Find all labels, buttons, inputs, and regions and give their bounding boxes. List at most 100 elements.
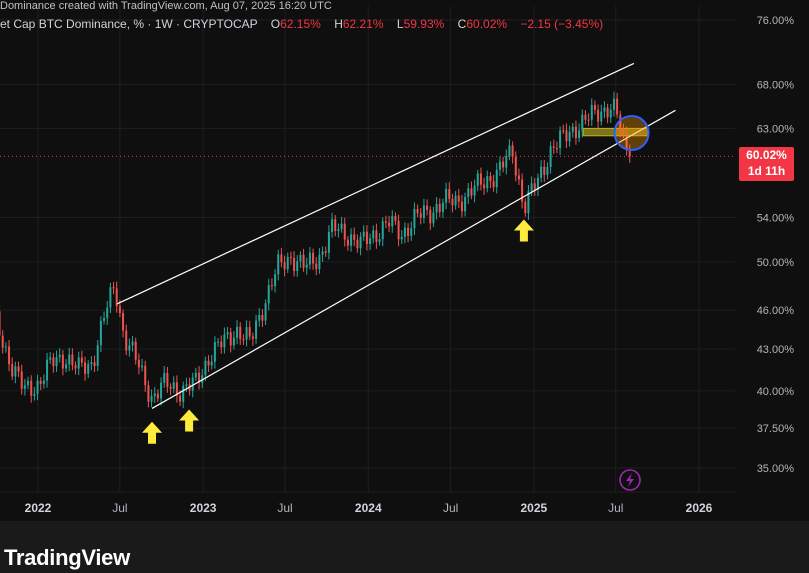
candle-body [403, 227, 406, 237]
candle-body [74, 365, 77, 369]
candle-body [80, 357, 83, 363]
candle-body [106, 307, 109, 319]
lightning-icon[interactable] [619, 469, 641, 491]
candle-body [217, 341, 220, 343]
channel-line-lower[interactable] [151, 109, 676, 409]
candle-body [213, 342, 216, 362]
candle-body [574, 126, 577, 139]
candle-body [397, 220, 400, 240]
candle-body [578, 130, 581, 139]
candle-body [359, 236, 362, 249]
candle-body [321, 251, 324, 255]
candle-body [552, 146, 555, 148]
high-label: H [334, 17, 343, 31]
candle-body [207, 360, 210, 366]
candle-body [118, 306, 121, 314]
x-tick-label: Jul [608, 501, 623, 515]
candle-body [350, 234, 353, 246]
candle-body [11, 364, 14, 377]
candle-body [318, 254, 321, 269]
candle-body [555, 147, 558, 149]
candle-body [277, 254, 280, 275]
candle-body [498, 161, 501, 170]
chart-canvas[interactable]: 76.00% 68.00% 63.00% 54.00% 50.00% 46.00% 43.0… [0, 0, 809, 573]
cropped-caption: Dominance created with TradingView.com, … [0, 0, 332, 12]
candle-body [258, 314, 261, 321]
arrow-up-icon[interactable] [513, 219, 534, 242]
candle-body [283, 262, 286, 270]
candle-body [505, 156, 508, 168]
candle-body [131, 341, 134, 346]
candle-body [245, 327, 248, 340]
candle-body [457, 195, 460, 202]
candle-body [14, 366, 17, 377]
y-tick-label: 37.50% [757, 423, 795, 435]
last-price-badge: 60.02% 1d 11h [739, 147, 794, 181]
channel-line-upper[interactable] [116, 62, 635, 305]
candle-body [46, 359, 49, 381]
candle-body [375, 230, 378, 242]
candle-body [565, 130, 568, 142]
candle-body [514, 156, 517, 176]
candle-body [384, 221, 387, 223]
highlight-circle[interactable] [613, 114, 650, 151]
x-tick-label: 2023 [190, 501, 217, 515]
candle-body [172, 382, 175, 389]
candle-body [546, 167, 549, 175]
candle-body [185, 384, 188, 386]
candle-body [517, 175, 520, 180]
x-tick-label: Jul [277, 501, 292, 515]
candle-body [483, 184, 486, 189]
candle-body [502, 161, 505, 168]
candle-body [144, 365, 147, 386]
open-label: O [270, 17, 281, 31]
candle-body [612, 98, 615, 110]
candle-body [65, 364, 68, 369]
close-value: 60.02% [466, 17, 508, 31]
arrow-up-icon[interactable] [142, 421, 163, 444]
candle-body [182, 385, 185, 402]
candle-body [369, 238, 372, 245]
candle-body [30, 380, 33, 396]
candle-body [103, 318, 106, 321]
candle-body [419, 213, 422, 218]
candle-body [394, 216, 397, 221]
candle-body [109, 287, 112, 308]
x-tick-label: 2026 [686, 501, 713, 515]
change-value: −2.15 (−3.45%) [520, 17, 604, 31]
candle-body [530, 183, 533, 192]
candle-body [191, 377, 194, 391]
candle-body [448, 188, 451, 199]
last-price-value: 60.02% [746, 148, 787, 162]
candle-body [163, 372, 166, 383]
bar-countdown: 1d 11h [747, 164, 786, 178]
candle-body [179, 395, 182, 402]
candle-body [372, 230, 375, 239]
symbol-title: et Cap BTC Dominance, % · 1W · CRYPTOCAP [0, 17, 258, 31]
candle-body [356, 239, 359, 249]
candle-body [391, 216, 394, 227]
candle-body [302, 254, 305, 268]
candle-body [340, 223, 343, 230]
x-tick-label: 2024 [355, 501, 382, 515]
candle-body [141, 365, 144, 368]
candle-body [71, 354, 74, 366]
candle-body [597, 109, 600, 122]
candle-body [489, 176, 492, 182]
candle-body [112, 287, 115, 289]
candle-body [296, 261, 299, 272]
candle-body [549, 146, 552, 168]
candle-body [543, 166, 546, 175]
x-tick-label: Jul [112, 501, 127, 515]
candle-body [128, 345, 131, 351]
candle-body [286, 256, 289, 270]
candle-body [36, 380, 39, 394]
candle-body [242, 339, 245, 341]
y-tick-label: 68.00% [757, 79, 795, 91]
candle-body [1, 335, 4, 348]
candle-body [315, 263, 318, 269]
candle-body [274, 274, 277, 287]
candle-body [327, 231, 330, 253]
candle-body [346, 239, 349, 246]
candle-body [20, 371, 23, 389]
